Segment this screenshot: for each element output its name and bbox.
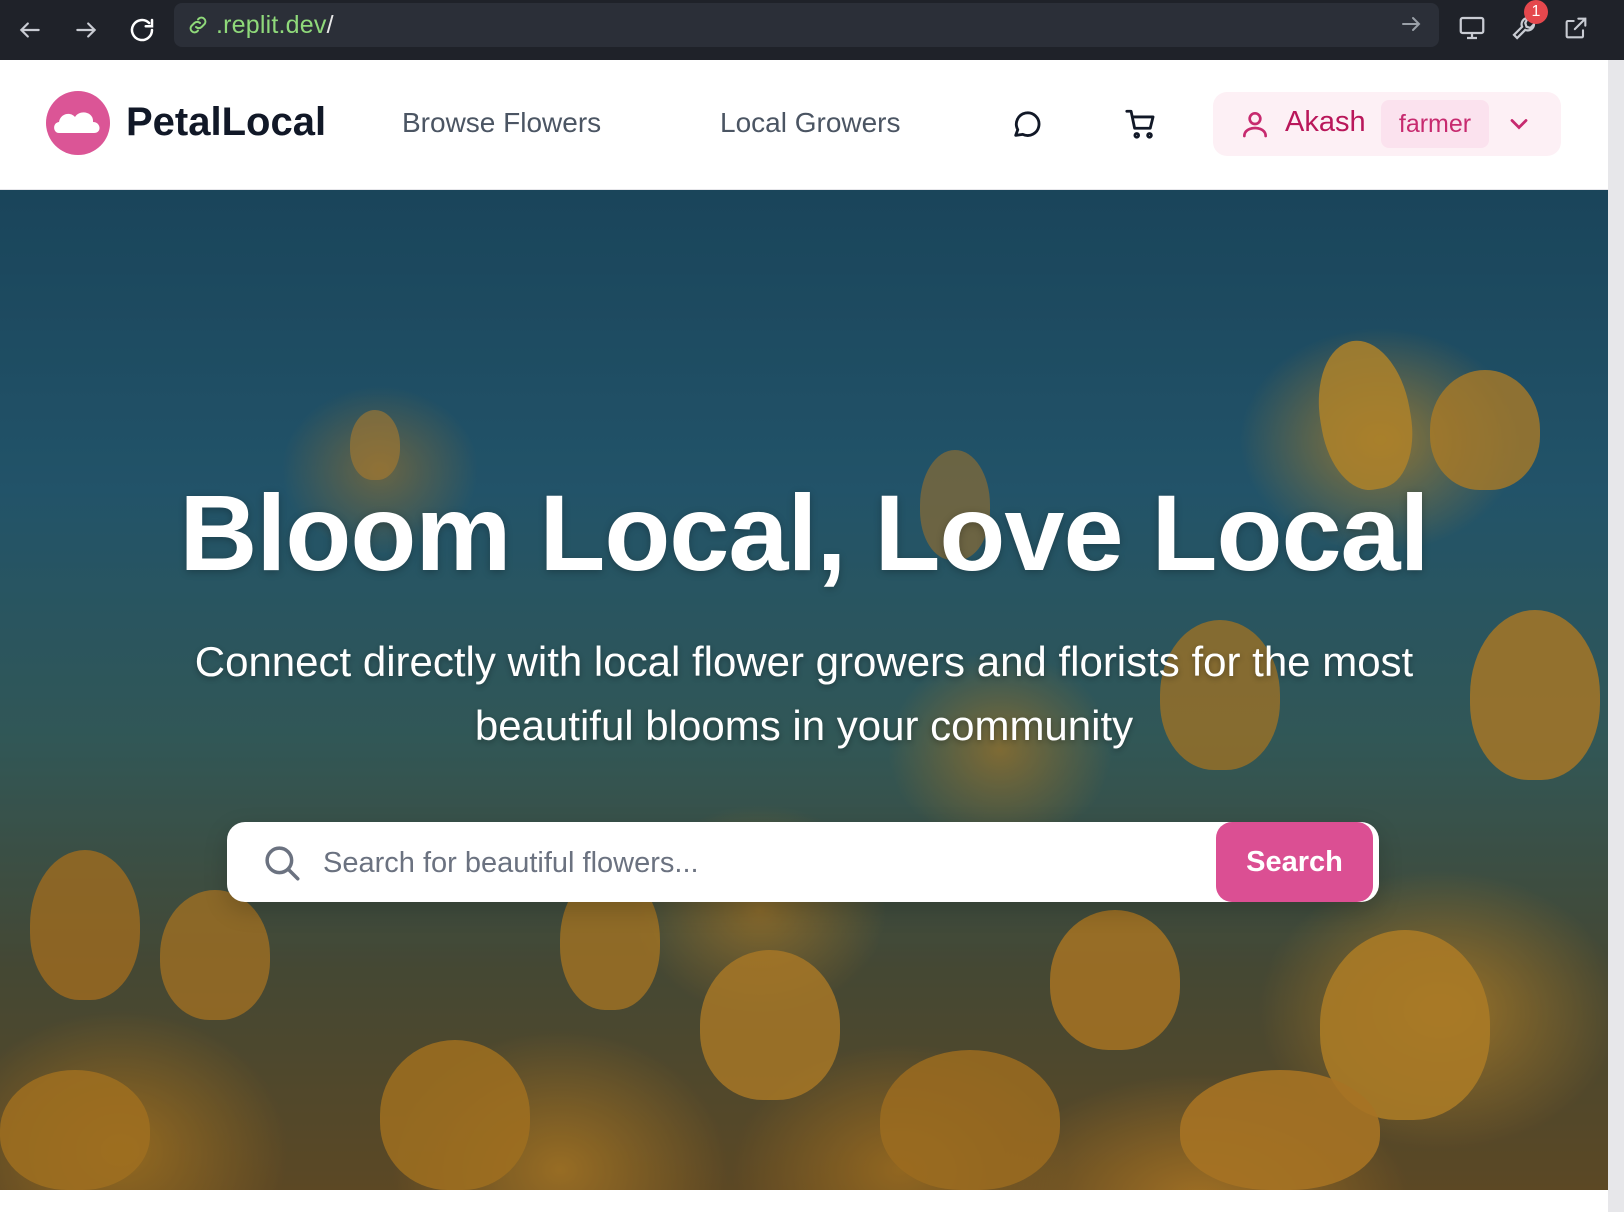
url-path: / — [326, 10, 334, 39]
hero-search-bar: Search — [227, 822, 1379, 902]
search-input[interactable] — [321, 836, 1325, 890]
url-domain: .replit.dev — [216, 10, 327, 39]
monitor-icon[interactable] — [1452, 8, 1492, 48]
browser-toolbar: .replit.dev/ 1 — [0, 0, 1624, 60]
hero-subtitle: Connect directly with local flower growe… — [194, 638, 1414, 749]
hero-section: Bloom Local, Love Local Connect directly… — [0, 190, 1608, 1190]
nav-local-growers[interactable]: Local Growers — [720, 107, 901, 139]
site-header: PetalLocal Browse Flowers Local Growers … — [0, 60, 1608, 190]
external-link-icon[interactable] — [1556, 8, 1596, 48]
cart-icon[interactable] — [1121, 104, 1161, 144]
user-name: Akash — [1285, 106, 1366, 138]
search-button[interactable]: Search — [1216, 822, 1373, 902]
chat-bubble-icon[interactable] — [1007, 104, 1047, 144]
brand-name[interactable]: PetalLocal — [126, 100, 326, 145]
back-arrow-icon[interactable] — [10, 10, 50, 50]
go-arrow-icon[interactable] — [1399, 12, 1425, 38]
nav-browse-flowers[interactable]: Browse Flowers — [402, 107, 601, 139]
reload-icon[interactable] — [122, 10, 162, 50]
wrench-icon[interactable]: 1 — [1504, 0, 1548, 48]
link-icon — [186, 12, 212, 38]
hero-title: Bloom Local, Love Local — [179, 472, 1429, 593]
role-badge: farmer — [1381, 100, 1489, 148]
user-menu[interactable]: Akash farmer — [1213, 92, 1561, 156]
address-bar[interactable]: .replit.dev / — [174, 3, 1439, 47]
logo-icon[interactable] — [46, 91, 110, 155]
user-icon — [1239, 108, 1271, 140]
search-icon — [261, 842, 303, 884]
notification-badge: 1 — [1524, 0, 1548, 24]
page-scrollbar[interactable] — [1608, 60, 1624, 1212]
chevron-down-icon[interactable] — [1505, 110, 1533, 138]
forward-arrow-icon[interactable] — [66, 10, 106, 50]
